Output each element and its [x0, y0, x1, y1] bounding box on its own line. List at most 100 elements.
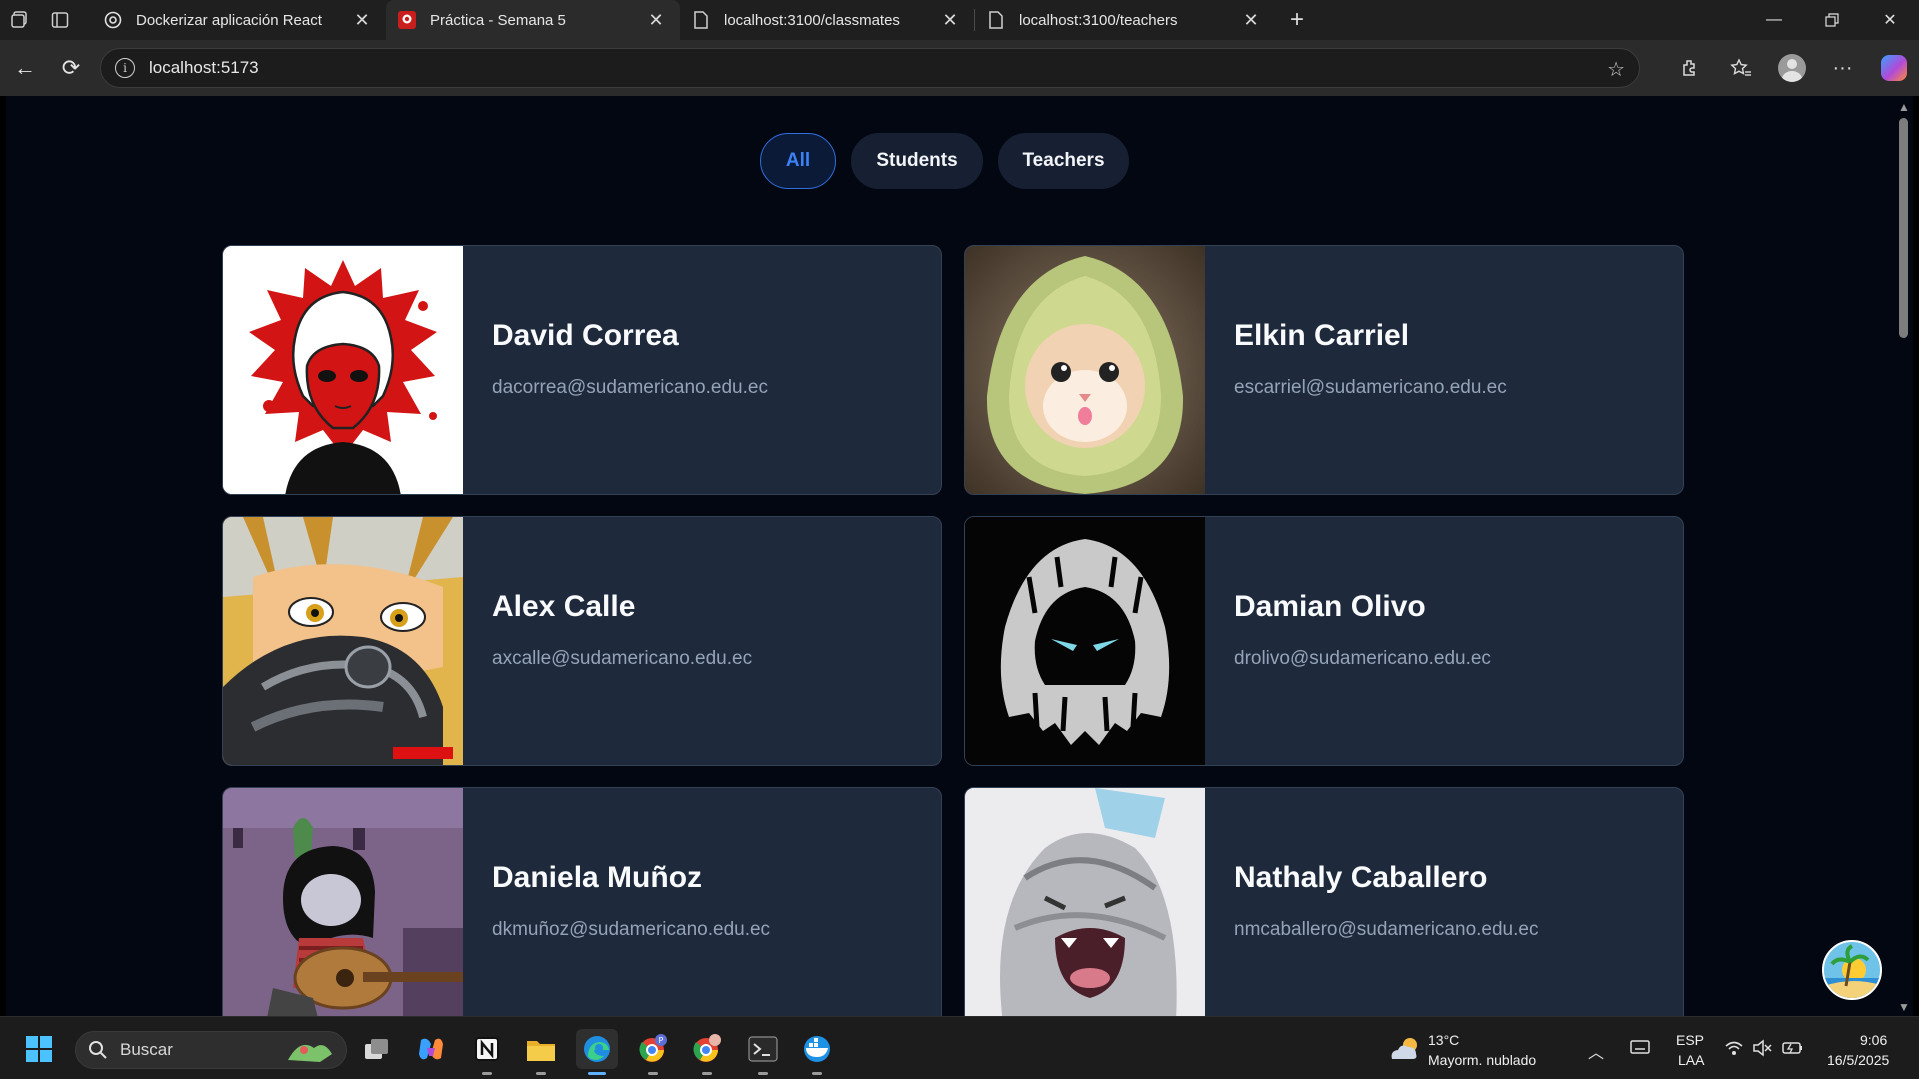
person-name: Daniela Muñoz [492, 861, 703, 894]
chrome-profile-icon[interactable] [686, 1029, 728, 1075]
browser-tab-bar: Dockerizar aplicación React ✕ Práctica -… [0, 0, 1919, 40]
avatar [965, 246, 1205, 494]
filter-all-button[interactable]: All [760, 133, 836, 189]
extensions-icon[interactable] [1664, 45, 1715, 91]
document-icon [692, 11, 710, 29]
search-label: Buscar [120, 1040, 173, 1059]
weather-temp: 13°C [1428, 1032, 1460, 1048]
close-tab-icon[interactable]: ✕ [644, 10, 668, 31]
person-info: Damian Olivo drolivo@sudamericano.edu.ec [1205, 517, 1491, 765]
display-icon[interactable] [1630, 1039, 1650, 1062]
person-card[interactable]: Elkin Carriel escarriel@sudamericano.edu… [964, 245, 1684, 495]
close-window-icon[interactable]: ✕ [1861, 0, 1919, 40]
reload-icon[interactable]: ⟳ [48, 45, 94, 91]
edge-icon[interactable] [576, 1029, 618, 1075]
tab-title: Dockerizar aplicación React [136, 11, 322, 29]
tab-teachers[interactable]: localhost:3100/teachers ✕ [975, 0, 1275, 40]
person-card[interactable]: Daniela Muñoz dkmuñoz@sudamericano.edu.e… [222, 787, 942, 1016]
clock-time[interactable]: 9:06 [1860, 1031, 1887, 1049]
tab-classmates[interactable]: localhost:3100/classmates ✕ [680, 0, 974, 40]
back-icon[interactable]: ← [2, 45, 48, 91]
browser-toolbar: ··· [1664, 40, 1919, 96]
person-info: David Correa dacorrea@sudamericano.edu.e… [463, 246, 768, 494]
close-tab-icon[interactable]: ✕ [938, 10, 962, 31]
volume-muted-icon[interactable] [1752, 1039, 1772, 1062]
person-card[interactable]: Nathaly Caballero nmcaballero@sudamerica… [964, 787, 1684, 1016]
windows-start-icon[interactable] [18, 1029, 60, 1069]
notion-icon[interactable] [466, 1029, 508, 1075]
floating-beach-badge[interactable] [1822, 940, 1882, 1000]
language-top[interactable]: ESP [1676, 1031, 1704, 1049]
person-name: Elkin Carriel [1234, 319, 1410, 352]
close-tab-icon[interactable]: ✕ [350, 10, 374, 31]
tab-practica[interactable]: Práctica - Semana 5 ✕ [386, 0, 680, 40]
more-menu-icon[interactable]: ··· [1817, 45, 1868, 91]
person-email: escarriel@sudamericano.edu.ec [1234, 377, 1507, 398]
filter-tabs: All Students Teachers [760, 133, 1129, 189]
copilot-app-icon[interactable] [410, 1029, 452, 1069]
person-email: axcalle@sudamericano.edu.ec [492, 648, 753, 669]
search-icon [89, 1041, 107, 1059]
site-info-icon[interactable]: i [115, 58, 135, 78]
openai-icon [104, 11, 122, 29]
chrome-profile-p-icon[interactable]: P [632, 1029, 674, 1075]
address-bar-row: ← ⟳ i localhost:5173 ☆ ··· [0, 40, 1919, 96]
avatar [965, 517, 1205, 765]
terminal-icon[interactable] [742, 1029, 784, 1075]
tab-dockerizar[interactable]: Dockerizar aplicación React ✕ [92, 0, 386, 40]
favorite-star-icon[interactable]: ☆ [1607, 57, 1625, 82]
document-icon [987, 11, 1005, 29]
person-card[interactable]: Damian Olivo drolivo@sudamericano.edu.ec [964, 516, 1684, 766]
windows-taskbar: Buscar P 13°C Mayorm. nublado ︿ ESP LAA … [0, 1016, 1919, 1079]
minimize-icon[interactable]: — [1745, 0, 1803, 40]
person-name: Alex Calle [492, 590, 636, 623]
tab-title: Práctica - Semana 5 [430, 11, 566, 29]
taskbar-search[interactable]: Buscar [75, 1031, 347, 1069]
battery-icon[interactable] [1782, 1039, 1804, 1062]
profile-icon[interactable] [1766, 45, 1817, 91]
wifi-icon[interactable] [1724, 1039, 1744, 1062]
url-text[interactable]: localhost:5173 [149, 58, 259, 78]
svg-text:P: P [659, 1036, 664, 1045]
filter-teachers-button[interactable]: Teachers [998, 133, 1129, 189]
file-explorer-icon[interactable] [520, 1029, 562, 1075]
person-name: David Correa [492, 319, 679, 352]
person-email: dacorrea@sudamericano.edu.ec [492, 377, 768, 398]
address-bar[interactable]: i localhost:5173 ☆ [100, 48, 1640, 88]
language-bottom[interactable]: LAA [1678, 1051, 1704, 1069]
avatar [223, 246, 463, 494]
person-email: nmcaballero@sudamericano.edu.ec [1234, 919, 1539, 940]
restore-icon[interactable] [1803, 0, 1861, 40]
show-hidden-icons[interactable]: ︿ [1588, 1039, 1604, 1063]
search-highlight-icon [288, 1044, 332, 1062]
person-email: drolivo@sudamericano.edu.ec [1234, 648, 1491, 669]
page-scrollbar[interactable]: ▲ ▼ [1894, 96, 1913, 1016]
person-card[interactable]: David Correa dacorrea@sudamericano.edu.e… [222, 245, 942, 495]
vertical-tabs-icon[interactable] [40, 0, 80, 40]
window-controls: — ✕ [1745, 0, 1919, 40]
scroll-up-icon[interactable]: ▲ [1898, 100, 1910, 114]
scroll-down-icon[interactable]: ▼ [1898, 1000, 1910, 1014]
person-info: Nathaly Caballero nmcaballero@sudamerica… [1205, 788, 1538, 1016]
filter-students-button[interactable]: Students [851, 133, 983, 189]
app-red-icon [398, 11, 416, 29]
person-name: Damian Olivo [1234, 590, 1426, 623]
clock-date[interactable]: 16/5/2025 [1827, 1051, 1889, 1069]
person-info: Elkin Carriel escarriel@sudamericano.edu… [1205, 246, 1507, 494]
scrollbar-thumb[interactable] [1899, 118, 1908, 338]
copilot-icon[interactable] [1868, 45, 1919, 91]
person-card[interactable]: Alex Calle axcalle@sudamericano.edu.ec [222, 516, 942, 766]
favorites-icon[interactable] [1715, 45, 1766, 91]
person-email: dkmuñoz@sudamericano.edu.ec [492, 919, 771, 940]
new-tab-button[interactable]: + [1275, 0, 1319, 40]
person-name: Nathaly Caballero [1234, 861, 1488, 894]
close-tab-icon[interactable]: ✕ [1239, 10, 1263, 31]
workspaces-icon[interactable] [0, 0, 40, 40]
docker-icon[interactable] [796, 1029, 838, 1075]
task-view-icon[interactable] [356, 1029, 398, 1069]
avatar [223, 517, 463, 765]
tab-title: localhost:3100/teachers [1019, 11, 1178, 29]
weather-icon[interactable] [1388, 1035, 1422, 1068]
weather-description: Mayorm. nublado [1428, 1052, 1537, 1068]
page-viewport: All Students Teachers David Correa dacor… [6, 96, 1894, 1016]
